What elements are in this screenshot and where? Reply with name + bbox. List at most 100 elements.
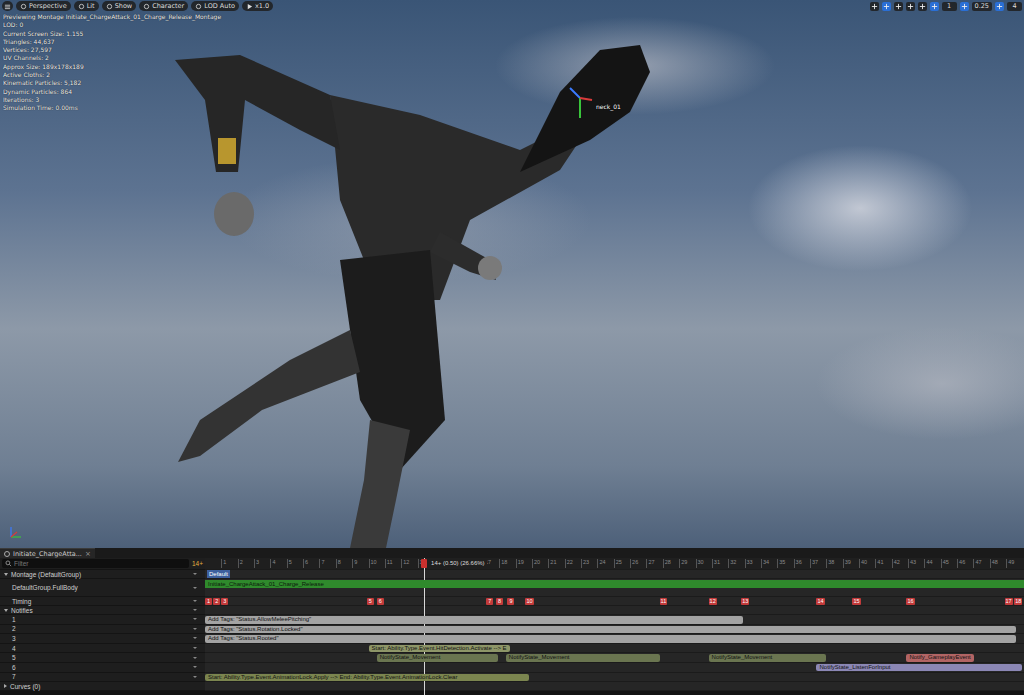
ruler-tick: 40	[859, 559, 867, 568]
tool-icon	[883, 3, 890, 10]
snap-value[interactable]: 1	[942, 2, 957, 11]
track-label: 5	[4, 654, 190, 661]
dropdown-icon[interactable]	[193, 666, 197, 668]
tool-button[interactable]	[882, 2, 891, 11]
timing-marker[interactable]: 3	[221, 598, 228, 605]
timing-marker[interactable]: 10	[525, 598, 533, 605]
ruler-tick: 47	[973, 559, 981, 568]
ruler-tick: 19	[516, 559, 524, 568]
timing-marker[interactable]: 8	[496, 598, 503, 605]
snap-value[interactable]: 0.25	[972, 2, 992, 11]
tool-button[interactable]	[906, 2, 915, 11]
notify-bar[interactable]: NotifyState_ListenForInput	[816, 664, 1022, 672]
ruler-tick: 20	[532, 559, 540, 568]
dropdown-icon[interactable]	[193, 587, 197, 589]
toolbar-button[interactable]: Show	[102, 1, 137, 11]
notify-bar[interactable]: Start: Ability.Type.Event.HitDetection.A…	[369, 645, 510, 653]
tool-button[interactable]	[894, 2, 903, 11]
notify-bar[interactable]: Add Tags: "Status.Rooted"	[205, 635, 1016, 643]
bone-label: neck_01	[596, 103, 621, 110]
timing-marker[interactable]: 12	[709, 598, 717, 605]
timing-marker[interactable]: 18	[1014, 598, 1022, 605]
notify-bar[interactable]: Start: Ability.Type.Event.AnimationLock.…	[205, 674, 529, 682]
montage-editor: Perspective Lit Show Character LOD Auto …	[0, 0, 1024, 695]
montage-segment[interactable]: Initiate_ChargeAttack_01_Charge_Release	[205, 580, 1024, 588]
ruler-tick: 36	[794, 559, 802, 568]
notify-track: 2 Add Tags: "Status.Rotation.Locked"	[0, 625, 1024, 635]
timing-marker[interactable]: 2	[213, 598, 220, 605]
dropdown-icon[interactable]	[193, 637, 197, 639]
playhead-label: 14+ (0.50) (26.66%)	[429, 559, 487, 568]
expand-arrow-icon[interactable]	[4, 573, 8, 576]
toolbar-button[interactable]: Character	[139, 1, 188, 11]
tool-button[interactable]	[995, 2, 1004, 11]
mode-icon	[20, 3, 27, 10]
tool-icon	[996, 3, 1003, 10]
notify-bar[interactable]: NotifyState_Movement	[506, 654, 660, 662]
ruler-tick: 46	[957, 559, 965, 568]
dropdown-icon[interactable]	[193, 609, 197, 611]
timing-marker[interactable]: 9	[507, 598, 514, 605]
mode-icon	[143, 3, 150, 10]
playhead-handle[interactable]	[421, 559, 427, 568]
notify-track: 3 Add Tags: "Status.Rooted"	[0, 634, 1024, 644]
timing-marker[interactable]: 1	[205, 598, 212, 605]
timing-marker[interactable]: 11	[660, 598, 668, 605]
stat-line: Dynamic Particles: 864	[3, 88, 221, 96]
dropdown-icon[interactable]	[193, 573, 197, 575]
ruler-tick: 1	[221, 559, 226, 568]
notify-bar[interactable]: NotifyState_Movement	[709, 654, 827, 662]
ruler-tick: 48	[990, 559, 998, 568]
timing-marker[interactable]: 13	[741, 598, 749, 605]
viewport[interactable]: Perspective Lit Show Character LOD Auto …	[0, 0, 1024, 548]
tool-button[interactable]	[918, 2, 927, 11]
timing-marker[interactable]: 5	[367, 598, 374, 605]
tool-icon	[931, 3, 938, 10]
ruler-tick: 39	[843, 559, 851, 568]
expand-arrow-icon[interactable]	[4, 609, 8, 612]
tool-button[interactable]	[960, 2, 969, 11]
menu-button[interactable]	[2, 1, 13, 11]
notify-bar[interactable]: NotifyState_Movement	[377, 654, 498, 662]
toolbar-button[interactable]: x1.0	[242, 1, 273, 11]
dropdown-icon[interactable]	[193, 657, 197, 659]
timing-marker[interactable]: 7	[486, 598, 493, 605]
close-button[interactable]: ×	[85, 550, 91, 558]
timing-marker[interactable]: 17	[1005, 598, 1013, 605]
time-ruler[interactable]: 1234567891011121314151617181920212223242…	[205, 558, 1024, 570]
dropdown-icon[interactable]	[193, 676, 197, 678]
track-label: 7	[4, 673, 190, 680]
dropdown-icon[interactable]	[193, 600, 197, 602]
ruler-tick: 30	[696, 559, 704, 568]
tool-button[interactable]	[930, 2, 939, 11]
timing-marker[interactable]: 14	[816, 598, 824, 605]
section-label[interactable]: Default	[207, 570, 230, 578]
bone-gizmo[interactable]: neck_01	[566, 84, 621, 124]
ruler-tick: 18	[499, 559, 507, 568]
timing-marker[interactable]: 6	[377, 598, 384, 605]
toolbar-button[interactable]: LOD Auto	[191, 1, 239, 11]
stat-line: Kinematic Particles: 5,182	[3, 79, 221, 87]
timing-marker[interactable]: 15	[852, 598, 860, 605]
dropdown-icon[interactable]	[193, 647, 197, 649]
stats-overlay: Previewing Montage Initiate_ChargeAttack…	[3, 13, 221, 113]
ruler-tick: 27	[646, 559, 654, 568]
filter-input[interactable]	[14, 560, 186, 567]
timing-marker[interactable]: 16	[906, 598, 914, 605]
toolbar-button[interactable]: Lit	[74, 1, 99, 11]
ruler-tick: 26	[630, 559, 638, 568]
notify-bar[interactable]: Add Tags: "Status.AllowMeleePitching"	[205, 616, 743, 624]
tool-button[interactable]	[870, 2, 879, 11]
notify-bar[interactable]: Notify_GameplayEvent	[906, 654, 973, 662]
notify-bar[interactable]: Add Tags: "Status.Rotation.Locked"	[205, 626, 1016, 634]
ruler-tick: 21	[548, 559, 556, 568]
dropdown-icon[interactable]	[193, 628, 197, 630]
dropdown-icon[interactable]	[193, 618, 197, 620]
filter-field[interactable]	[2, 559, 189, 568]
editor-tab[interactable]: Initiate_ChargeAtta... ×	[0, 548, 95, 558]
snap-value[interactable]: 4	[1007, 2, 1022, 11]
track-label: Montage (DefaultGroup)	[11, 571, 190, 578]
frame-field[interactable]: 14+	[192, 560, 203, 567]
expand-arrow-icon[interactable]	[4, 684, 7, 688]
toolbar-button[interactable]: Perspective	[16, 1, 71, 11]
